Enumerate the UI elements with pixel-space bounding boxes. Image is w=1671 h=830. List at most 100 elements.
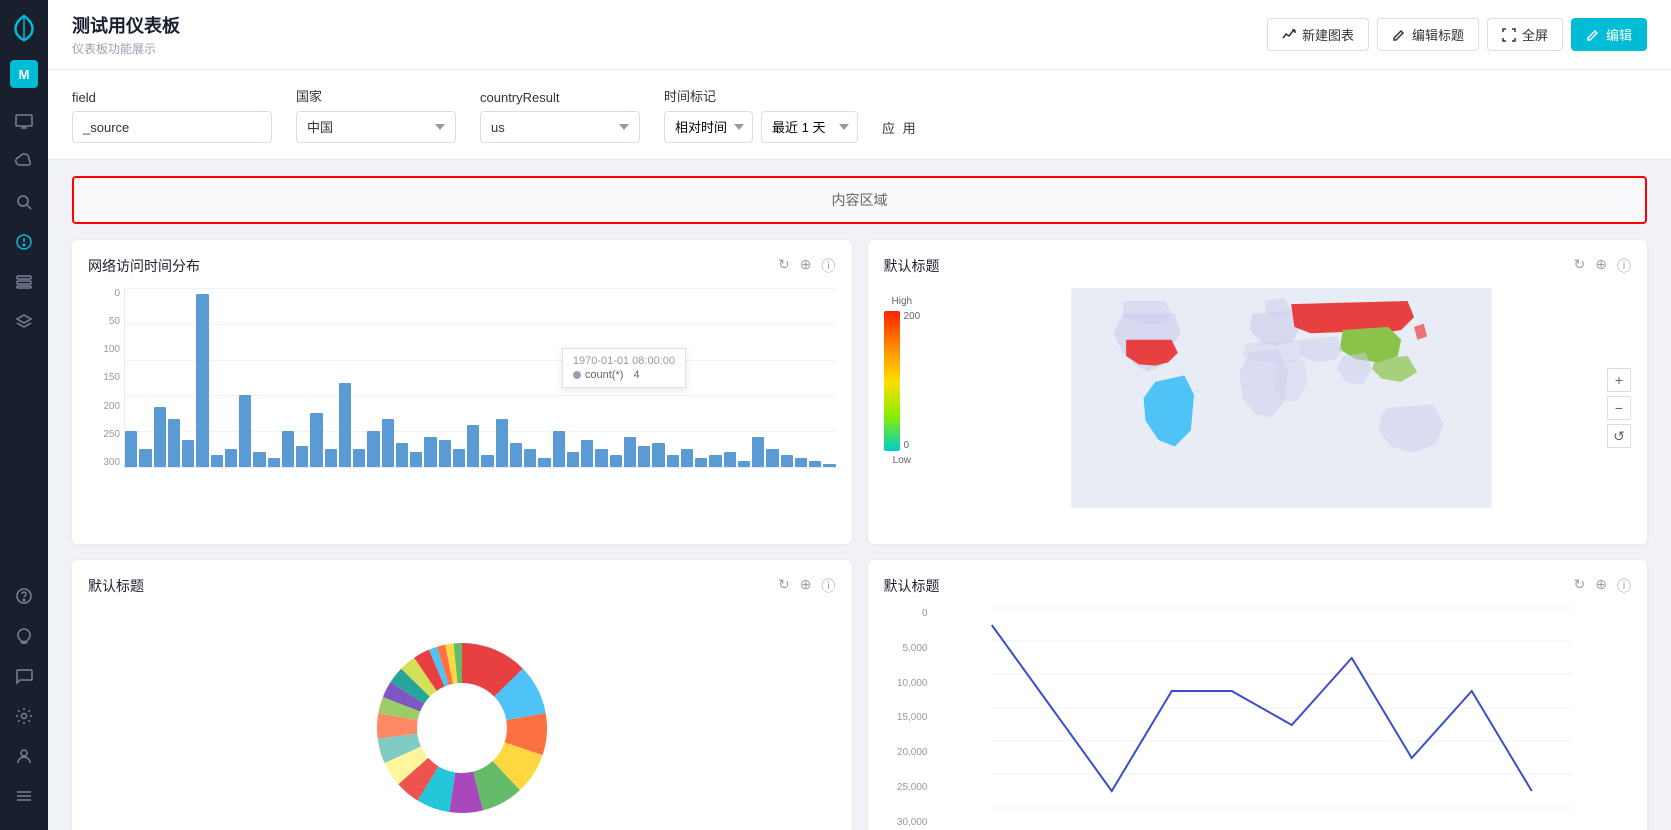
edit-button[interactable]: 编辑 bbox=[1571, 18, 1647, 51]
country-result-label: countryResult bbox=[480, 90, 640, 105]
line-chart-svg-area bbox=[932, 608, 1632, 828]
sidebar: M bbox=[0, 0, 48, 830]
page-header: 测试用仪表板 仪表板功能展示 新建图表 编辑标题 全屏 bbox=[48, 0, 1671, 70]
bar-segment bbox=[396, 443, 408, 467]
map-zoom-out-button[interactable]: − bbox=[1607, 396, 1631, 420]
bar-segment bbox=[339, 383, 351, 467]
map-zoom-in-button[interactable]: + bbox=[1607, 368, 1631, 392]
country-filter-group: 国家 中国 美国 英国 bbox=[296, 86, 456, 143]
charts-grid: 网络访问时间分布 ↻ ⊕ ⓘ 300250200150100500 bbox=[72, 240, 1647, 830]
sidebar-item-monitor[interactable] bbox=[6, 104, 42, 140]
header-title-group: 测试用仪表板 仪表板功能展示 bbox=[72, 12, 180, 57]
bar-segment bbox=[282, 431, 294, 467]
bar-chart-refresh-icon[interactable]: ↻ bbox=[778, 256, 790, 276]
time-controls: 相对时间 绝对时间 最近 1 天 最近 7 天 最近 30 天 应 用 bbox=[664, 111, 934, 143]
page-subtitle: 仪表板功能展示 bbox=[72, 40, 180, 57]
bar-chart-zoom-icon[interactable]: ⊕ bbox=[800, 256, 812, 276]
time-range-select[interactable]: 最近 1 天 最近 7 天 最近 30 天 bbox=[761, 111, 858, 143]
map-chart-header: 默认标题 ↻ ⊕ ⓘ bbox=[884, 256, 1632, 276]
line-chart-info-icon[interactable]: ⓘ bbox=[1617, 576, 1631, 596]
sidebar-item-search[interactable] bbox=[6, 184, 42, 220]
apply-button[interactable]: 应 用 bbox=[866, 111, 934, 143]
bar-segment bbox=[310, 413, 322, 467]
sidebar-item-bulb[interactable] bbox=[6, 618, 42, 654]
map-zoom-reset-button[interactable]: ↺ bbox=[1607, 424, 1631, 448]
bar-segment bbox=[268, 458, 280, 467]
sidebar-item-settings[interactable] bbox=[6, 698, 42, 734]
line-chart-refresh-icon[interactable]: ↻ bbox=[1574, 576, 1586, 596]
legend-values: 200 0 bbox=[904, 311, 921, 451]
map-zoom-controls: + − ↺ bbox=[1607, 368, 1631, 448]
sidebar-item-layers[interactable] bbox=[6, 304, 42, 340]
user-avatar[interactable]: M bbox=[10, 60, 38, 88]
sidebar-item-user[interactable] bbox=[6, 738, 42, 774]
bar-chart-title: 网络访问时间分布 bbox=[88, 256, 200, 276]
bar-chart-info-icon[interactable]: ⓘ bbox=[822, 256, 836, 276]
donut-chart-title: 默认标题 bbox=[88, 576, 144, 596]
sidebar-item-cloud[interactable] bbox=[6, 144, 42, 180]
bar-segment bbox=[595, 449, 607, 467]
sidebar-item-menu[interactable] bbox=[6, 778, 42, 814]
line-chart-yaxis: 30,00025,00020,00015,00010,0005,0000 bbox=[884, 608, 928, 828]
bar-segment bbox=[196, 294, 208, 467]
bar-segment bbox=[139, 449, 151, 467]
header-actions: 新建图表 编辑标题 全屏 编辑 bbox=[1267, 18, 1647, 51]
donut-chart-actions: ↻ ⊕ ⓘ bbox=[778, 576, 835, 596]
bar-segment bbox=[253, 452, 265, 467]
time-label: 时间标记 bbox=[664, 86, 934, 105]
map-chart-visual: High 200 0 Low bbox=[884, 288, 1632, 528]
bar-segment bbox=[510, 443, 522, 467]
map-legend: High 200 0 Low bbox=[884, 288, 921, 528]
bar-segment bbox=[695, 458, 707, 467]
time-filter-group: 时间标记 相对时间 绝对时间 最近 1 天 最近 7 天 最近 30 天 应 用 bbox=[664, 86, 934, 143]
bar-chart-yaxis: 300250200150100500 bbox=[88, 288, 120, 468]
map-chart-zoom-icon[interactable]: ⊕ bbox=[1595, 256, 1607, 276]
sidebar-item-help[interactable] bbox=[6, 578, 42, 614]
donut-chart-zoom-icon[interactable]: ⊕ bbox=[800, 576, 812, 596]
sidebar-item-chat[interactable] bbox=[6, 658, 42, 694]
bar-segment bbox=[681, 449, 693, 467]
line-chart-visual: 30,00025,00020,00015,00010,0005,0000 bbox=[884, 608, 1632, 830]
line-chart-svg bbox=[932, 608, 1632, 808]
country-select[interactable]: 中国 美国 英国 bbox=[296, 111, 456, 143]
bar-segment bbox=[610, 455, 622, 467]
new-chart-button[interactable]: 新建图表 bbox=[1267, 18, 1369, 51]
country-result-filter-group: countryResult us cn uk bbox=[480, 90, 640, 143]
country-label: 国家 bbox=[296, 86, 456, 105]
sidebar-item-stack[interactable] bbox=[6, 264, 42, 300]
bar-segment bbox=[481, 455, 493, 467]
bar-chart-bars bbox=[124, 288, 836, 468]
bar-segment bbox=[567, 452, 579, 467]
donut-chart-info-icon[interactable]: ⓘ bbox=[822, 576, 836, 596]
bar-chart-header: 网络访问时间分布 ↻ ⊕ ⓘ bbox=[88, 256, 836, 276]
legend-high: High bbox=[892, 296, 913, 307]
bar-segment bbox=[638, 446, 650, 467]
fullscreen-icon bbox=[1502, 28, 1516, 42]
map-chart-info-icon[interactable]: ⓘ bbox=[1617, 256, 1631, 276]
map-chart-refresh-icon[interactable]: ↻ bbox=[1574, 256, 1586, 276]
donut-chart-visual bbox=[88, 608, 836, 830]
bar-chart-actions: ↻ ⊕ ⓘ bbox=[778, 256, 835, 276]
filter-bar: field 国家 中国 美国 英国 countryResult us cn uk… bbox=[48, 70, 1671, 160]
bar-segment bbox=[823, 464, 835, 467]
edit-title-button[interactable]: 编辑标题 bbox=[1377, 18, 1479, 51]
line-chart-header: 默认标题 ↻ ⊕ ⓘ bbox=[884, 576, 1632, 596]
fullscreen-button[interactable]: 全屏 bbox=[1487, 18, 1563, 51]
bar-segment bbox=[168, 419, 180, 467]
bar-segment bbox=[553, 431, 565, 467]
field-input[interactable] bbox=[72, 111, 272, 143]
world-map-area: + − ↺ bbox=[932, 288, 1631, 528]
bar-segment bbox=[125, 431, 137, 467]
bar-segment bbox=[738, 461, 750, 467]
donut-chart-refresh-icon[interactable]: ↻ bbox=[778, 576, 790, 596]
line-chart-zoom-icon[interactable]: ⊕ bbox=[1595, 576, 1607, 596]
main-area: 测试用仪表板 仪表板功能展示 新建图表 编辑标题 全屏 bbox=[48, 0, 1671, 830]
bar-segment bbox=[709, 455, 721, 467]
app-logo bbox=[8, 12, 40, 44]
country-result-select[interactable]: us cn uk bbox=[480, 111, 640, 143]
sidebar-item-alert[interactable] bbox=[6, 224, 42, 260]
bar-segment bbox=[182, 440, 194, 467]
time-type-select[interactable]: 相对时间 绝对时间 bbox=[664, 111, 753, 143]
new-chart-icon bbox=[1282, 28, 1296, 42]
line-chart-actions: ↻ ⊕ ⓘ bbox=[1574, 576, 1631, 596]
